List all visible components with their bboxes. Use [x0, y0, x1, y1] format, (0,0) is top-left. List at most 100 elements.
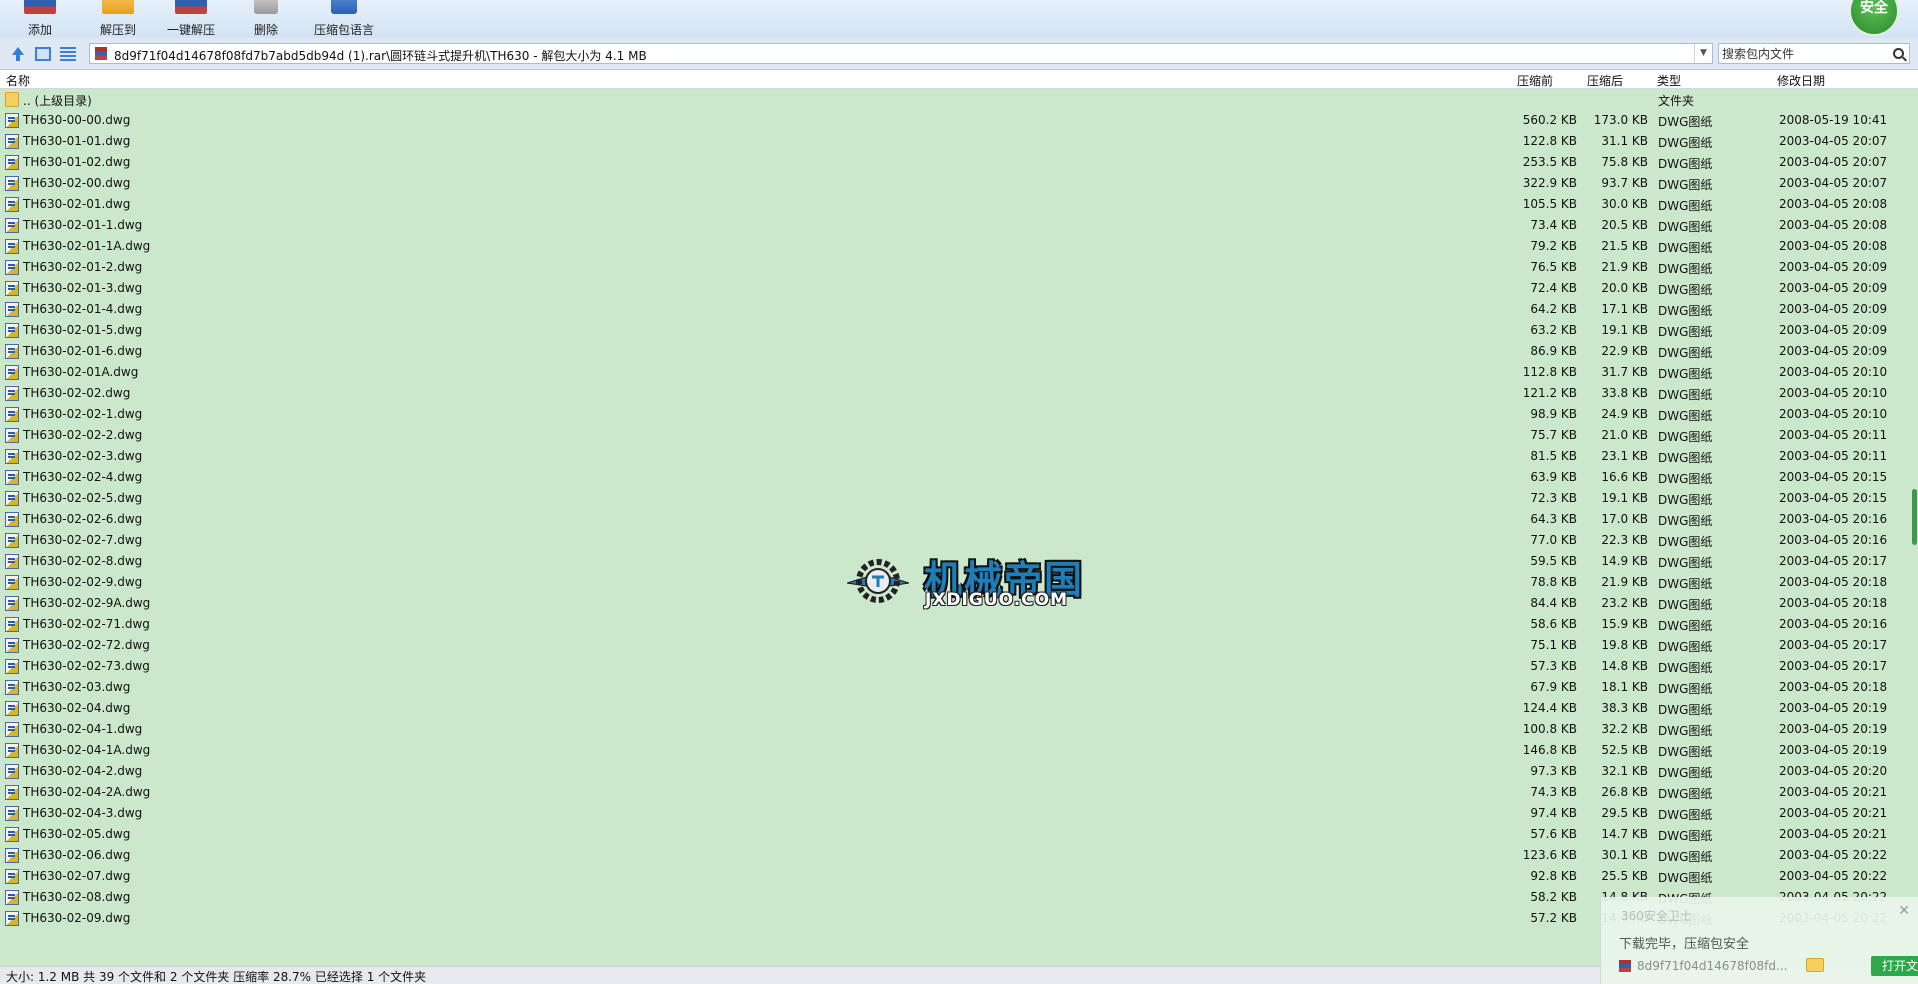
file-row[interactable]: TH630-02-00.dwg 322.9 KB 93.7 KB DWG图纸 2003-…: [0, 173, 1910, 194]
file-row[interactable]: TH630-02-04-1A.dwg 146.8 KB 52.5 KB DWG图纸 20…: [0, 740, 1910, 761]
file-type: DWG图纸: [1658, 598, 1713, 612]
file-type: DWG图纸: [1658, 346, 1713, 360]
file-type: DWG图纸: [1658, 535, 1713, 549]
security-shield-badge[interactable]: 安全: [1849, 0, 1899, 36]
file-row[interactable]: TH630-01-01.dwg 122.8 KB 31.1 KB DWG图纸 2003-…: [0, 131, 1910, 152]
file-row[interactable]: TH630-02-02-4.dwg 63.9 KB 16.6 KB DWG图纸 2003…: [0, 467, 1910, 488]
file-row[interactable]: TH630-02-01A.dwg 112.8 KB 31.7 KB DWG图纸 2003…: [0, 362, 1910, 383]
file-row[interactable]: TH630-02-01-3.dwg 72.4 KB 20.0 KB DWG图纸 2003…: [0, 278, 1910, 299]
file-name: TH630-02-02-8.dwg: [23, 554, 143, 568]
file-name: TH630-02-02-72.dwg: [23, 638, 150, 652]
dwg-file-icon: [5, 512, 19, 527]
file-name: TH630-02-04-2A.dwg: [23, 785, 151, 799]
file-row[interactable]: TH630-02-02.dwg 121.2 KB 33.8 KB DWG图纸 2003-…: [0, 383, 1910, 404]
file-size-before: 322.9 KB: [1522, 176, 1577, 190]
file-type: DWG图纸: [1658, 472, 1713, 486]
file-row[interactable]: TH630-02-01-6.dwg 86.9 KB 22.9 KB DWG图纸 2003…: [0, 341, 1910, 362]
file-name: TH630-02-01-3.dwg: [23, 281, 143, 295]
file-row[interactable]: TH630-02-06.dwg 123.6 KB 30.1 KB DWG图纸 2003-…: [0, 845, 1910, 866]
file-row[interactable]: TH630-02-01-2.dwg 76.5 KB 21.9 KB DWG图纸 2003…: [0, 257, 1910, 278]
file-row[interactable]: TH630-00-00.dwg 560.2 KB 173.0 KB DWG图纸 2008…: [0, 110, 1910, 131]
vertical-scrollbar[interactable]: [1910, 89, 1918, 971]
dwg-file-icon: [5, 491, 19, 506]
file-size-after: 17.1 KB: [1601, 302, 1648, 316]
file-row[interactable]: TH630-02-07.dwg 92.8 KB 25.5 KB DWG图纸 2003-0…: [0, 866, 1910, 887]
file-modified-date: 2003-04-05 20:09: [1779, 281, 1888, 295]
file-row[interactable]: TH630-02-01-1.dwg 73.4 KB 20.5 KB DWG图纸 2003…: [0, 215, 1910, 236]
scrollbar-thumb[interactable]: [1912, 489, 1917, 545]
column-name[interactable]: 名称: [6, 72, 30, 89]
thumbnail-view-icon[interactable]: [35, 47, 51, 61]
file-name: TH630-02-06.dwg: [23, 848, 131, 862]
file-row[interactable]: TH630-02-02-71.dwg 58.6 KB 15.9 KB DWG图纸 200…: [0, 614, 1910, 635]
file-size-after: 30.0 KB: [1601, 197, 1648, 211]
dwg-file-icon: [5, 281, 19, 296]
file-row[interactable]: TH630-02-01-5.dwg 63.2 KB 19.1 KB DWG图纸 2003…: [0, 320, 1910, 341]
column-type[interactable]: 类型: [1657, 72, 1681, 89]
search-box[interactable]: [1718, 43, 1910, 64]
file-row[interactable]: TH630-02-04-3.dwg 97.4 KB 29.5 KB DWG图纸 2003…: [0, 803, 1910, 824]
column-header: 名称 压缩前 压缩后 类型 修改日期: [0, 70, 1918, 89]
file-row[interactable]: TH630-02-02-5.dwg 72.3 KB 19.1 KB DWG图纸 2003…: [0, 488, 1910, 509]
file-row[interactable]: TH630-02-04-2A.dwg 74.3 KB 26.8 KB DWG图纸 200…: [0, 782, 1910, 803]
file-size-before: 74.3 KB: [1530, 785, 1577, 799]
file-row[interactable]: TH630-02-04-2.dwg 97.3 KB 32.1 KB DWG图纸 2003…: [0, 761, 1910, 782]
archive-language-label: 压缩包语言: [313, 23, 374, 37]
language-icon: [331, 0, 357, 14]
file-row[interactable]: TH630-01-02.dwg 253.5 KB 75.8 KB DWG图纸 2003-…: [0, 152, 1910, 173]
one-click-extract-button[interactable]: 一键解压: [162, 0, 220, 38]
file-size-after: 31.1 KB: [1601, 134, 1648, 148]
parent-directory-row[interactable]: .. (上级目录) 文件夹: [0, 89, 1910, 110]
file-row[interactable]: TH630-02-02-2.dwg 75.7 KB 21.0 KB DWG图纸 2003…: [0, 425, 1910, 446]
file-row[interactable]: TH630-02-01-1A.dwg 79.2 KB 21.5 KB DWG图纸 200…: [0, 236, 1910, 257]
dwg-file-icon: [5, 155, 19, 170]
column-size-after[interactable]: 压缩后: [1587, 72, 1623, 89]
file-name: TH630-02-04-1A.dwg: [23, 743, 151, 757]
file-row[interactable]: TH630-02-02-72.dwg 75.1 KB 19.8 KB DWG图纸 200…: [0, 635, 1910, 656]
search-icon[interactable]: [1893, 48, 1904, 59]
file-size-after: 93.7 KB: [1601, 176, 1648, 190]
file-type: DWG图纸: [1658, 577, 1713, 591]
file-row[interactable]: TH630-02-02-73.dwg 57.3 KB 14.8 KB DWG图纸 200…: [0, 656, 1910, 677]
chevron-down-icon[interactable]: ▼: [1694, 44, 1712, 63]
up-arrow-icon[interactable]: [10, 47, 26, 61]
file-size-after: 20.5 KB: [1601, 218, 1648, 232]
file-row[interactable]: TH630-02-05.dwg 57.6 KB 14.7 KB DWG图纸 2003-0…: [0, 824, 1910, 845]
file-type: DWG图纸: [1658, 304, 1713, 318]
open-file-button[interactable]: 打开文件: [1871, 956, 1918, 976]
toolbar: 添加 解压到 一键解压 删除 压缩包语言 安全: [0, 0, 1918, 38]
file-row[interactable]: TH630-02-04-1.dwg 100.8 KB 32.2 KB DWG图纸 200…: [0, 719, 1910, 740]
file-size-before: 63.2 KB: [1530, 323, 1577, 337]
file-modified-date: 2003-04-05 20:22: [1779, 848, 1888, 862]
file-row[interactable]: TH630-02-04.dwg 124.4 KB 38.3 KB DWG图纸 2003-…: [0, 698, 1910, 719]
file-row[interactable]: TH630-02-02-7.dwg 77.0 KB 22.3 KB DWG图纸 2003…: [0, 530, 1910, 551]
archive-language-button[interactable]: 压缩包语言: [308, 0, 380, 38]
file-row[interactable]: TH630-02-02-3.dwg 81.5 KB 23.1 KB DWG图纸 2003…: [0, 446, 1910, 467]
list-view-icon[interactable]: [60, 47, 76, 61]
file-row[interactable]: TH630-02-01.dwg 105.5 KB 30.0 KB DWG图纸 2003-…: [0, 194, 1910, 215]
file-size-before: 123.6 KB: [1522, 848, 1577, 862]
file-name: TH630-00-00.dwg: [23, 113, 131, 127]
open-folder-icon[interactable]: [1806, 958, 1824, 972]
file-modified-date: 2003-04-05 20:08: [1779, 218, 1888, 232]
file-size-after: 52.5 KB: [1601, 743, 1648, 757]
file-size-after: 17.0 KB: [1601, 512, 1648, 526]
file-modified-date: 2003-04-05 20:21: [1779, 785, 1888, 799]
file-row[interactable]: TH630-02-01-4.dwg 64.2 KB 17.1 KB DWG图纸 2003…: [0, 299, 1910, 320]
file-row[interactable]: TH630-02-03.dwg 67.9 KB 18.1 KB DWG图纸 2003-0…: [0, 677, 1910, 698]
dwg-file-icon: [5, 911, 19, 926]
add-button[interactable]: 添加: [18, 0, 62, 38]
dwg-file-icon: [5, 659, 19, 674]
column-modified-date[interactable]: 修改日期: [1777, 72, 1825, 89]
close-icon[interactable]: ✕: [1898, 903, 1910, 919]
extract-to-button[interactable]: 解压到: [94, 0, 142, 38]
delete-button[interactable]: 删除: [244, 0, 288, 38]
search-input[interactable]: [1722, 46, 1882, 61]
dwg-file-icon: [5, 554, 19, 569]
file-row[interactable]: TH630-02-02-6.dwg 64.3 KB 17.0 KB DWG图纸 2003…: [0, 509, 1910, 530]
path-field[interactable]: 8d9f71f04d14678f08fd7b7abd5db94d (1).rar…: [89, 43, 1713, 64]
file-row[interactable]: TH630-02-02-1.dwg 98.9 KB 24.9 KB DWG图纸 2003…: [0, 404, 1910, 425]
column-size-before[interactable]: 压缩前: [1517, 72, 1553, 89]
archive-icon: [95, 47, 107, 60]
file-size-before: 58.6 KB: [1530, 617, 1577, 631]
